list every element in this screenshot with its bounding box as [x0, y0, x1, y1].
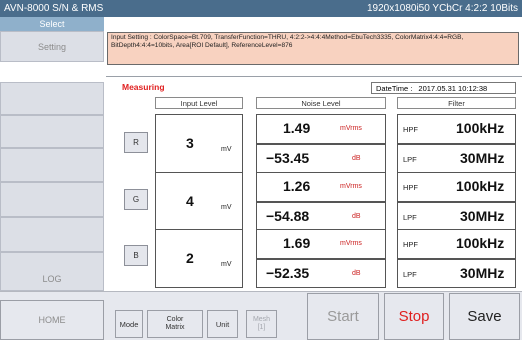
lpf-value-g: 30MHz [460, 208, 505, 224]
log-button[interactable]: LOG [0, 252, 104, 291]
sidebar-slot-2[interactable] [0, 115, 104, 148]
input-setting-info: Input Setting : ColorSpace=Bt.709, Trans… [107, 32, 519, 65]
noise-db-value-g: −54.88 [266, 208, 310, 224]
input-level-header: Input Level [155, 97, 243, 109]
color-matrix-label-1: Color [166, 316, 184, 323]
noise-rms-unit-g: mVrms [340, 183, 362, 190]
datetime-value: 2017.05.31 10:12:38 [418, 83, 488, 93]
sidebar-slot-5[interactable] [0, 217, 104, 252]
noise-rms-cell-r [256, 114, 386, 144]
input-level-unit-g: mV [221, 204, 232, 211]
mesh-label-2: [1] [257, 324, 266, 331]
mesh-button[interactable]: Mesh [1] [246, 310, 277, 338]
channel-g-button[interactable]: G [124, 189, 148, 210]
noise-rms-value-r: 1.49 [283, 120, 311, 136]
datetime-display: DateTime : 2017.05.31 10:12:38 [371, 82, 516, 94]
select-tab[interactable]: Select [0, 17, 104, 31]
noise-rms-value-b: 1.69 [283, 235, 311, 251]
hpf-value-b: 100kHz [456, 235, 505, 251]
color-matrix-label-2: Matrix [165, 324, 185, 331]
noise-rms-cell-g [256, 172, 386, 202]
stop-button[interactable]: Stop [384, 293, 444, 340]
input-setting-line-2: BitDepth4:4:4=10bits, Area[ROI Default],… [111, 42, 293, 49]
lpf-label-g: LPF [403, 213, 417, 222]
channel-b-button[interactable]: B [124, 245, 148, 266]
home-button[interactable]: HOME [0, 300, 104, 340]
noise-rms-value-g: 1.26 [283, 178, 311, 194]
datetime-label: DateTime : [376, 83, 413, 93]
noise-db-unit-g: dB [352, 213, 361, 220]
lpf-value-r: 30MHz [460, 150, 505, 166]
input-level-unit-r: mV [221, 146, 232, 153]
measuring-status: Measuring [122, 82, 165, 92]
input-level-value-b: 2 [186, 250, 194, 266]
sidebar-slot-4[interactable] [0, 182, 104, 217]
noise-level-header: Noise Level [256, 97, 386, 109]
setting-button[interactable]: Setting [0, 31, 104, 62]
lpf-label-r: LPF [403, 155, 417, 164]
channel-r-button[interactable]: R [124, 132, 148, 153]
noise-db-unit-b: dB [352, 270, 361, 277]
hpf-label-g: HPF [403, 183, 418, 192]
save-button[interactable]: Save [449, 293, 520, 340]
input-level-cell-b [155, 229, 243, 288]
color-matrix-button[interactable]: Color Matrix [147, 310, 203, 338]
hpf-value-r: 100kHz [456, 120, 505, 136]
lpf-value-b: 30MHz [460, 265, 505, 281]
input-level-value-r: 3 [186, 135, 194, 151]
noise-db-unit-r: dB [352, 155, 361, 162]
mesh-label-1: Mesh [252, 316, 271, 323]
input-level-cell-g [155, 172, 243, 231]
sidebar-slot-3[interactable] [0, 148, 104, 182]
input-level-unit-b: mV [221, 261, 232, 268]
input-level-cell-r [155, 114, 243, 173]
unit-button[interactable]: Unit [207, 310, 238, 338]
mode-button[interactable]: Mode [115, 310, 143, 338]
video-format: 1920x1080i50 YCbCr 4:2:2 10Bits [366, 3, 518, 14]
noise-db-value-r: −53.45 [266, 150, 310, 166]
title-bar: AVN-8000 S/N & RMS 1920x1080i50 YCbCr 4:… [0, 0, 522, 17]
hpf-value-g: 100kHz [456, 178, 505, 194]
app-title: AVN-8000 S/N & RMS [4, 3, 104, 14]
hpf-label-b: HPF [403, 240, 418, 249]
noise-rms-cell-b [256, 229, 386, 259]
filter-header: Filter [397, 97, 516, 109]
sidebar-slot-1[interactable] [0, 82, 104, 115]
input-level-value-g: 4 [186, 193, 194, 209]
noise-rms-unit-b: mVrms [340, 240, 362, 247]
noise-db-value-b: −52.35 [266, 265, 310, 281]
lpf-label-b: LPF [403, 270, 417, 279]
start-button[interactable]: Start [307, 293, 379, 340]
noise-rms-unit-r: mVrms [340, 125, 362, 132]
hpf-label-r: HPF [403, 125, 418, 134]
input-setting-line-1: Input Setting : ColorSpace=Bt.709, Trans… [111, 34, 464, 41]
